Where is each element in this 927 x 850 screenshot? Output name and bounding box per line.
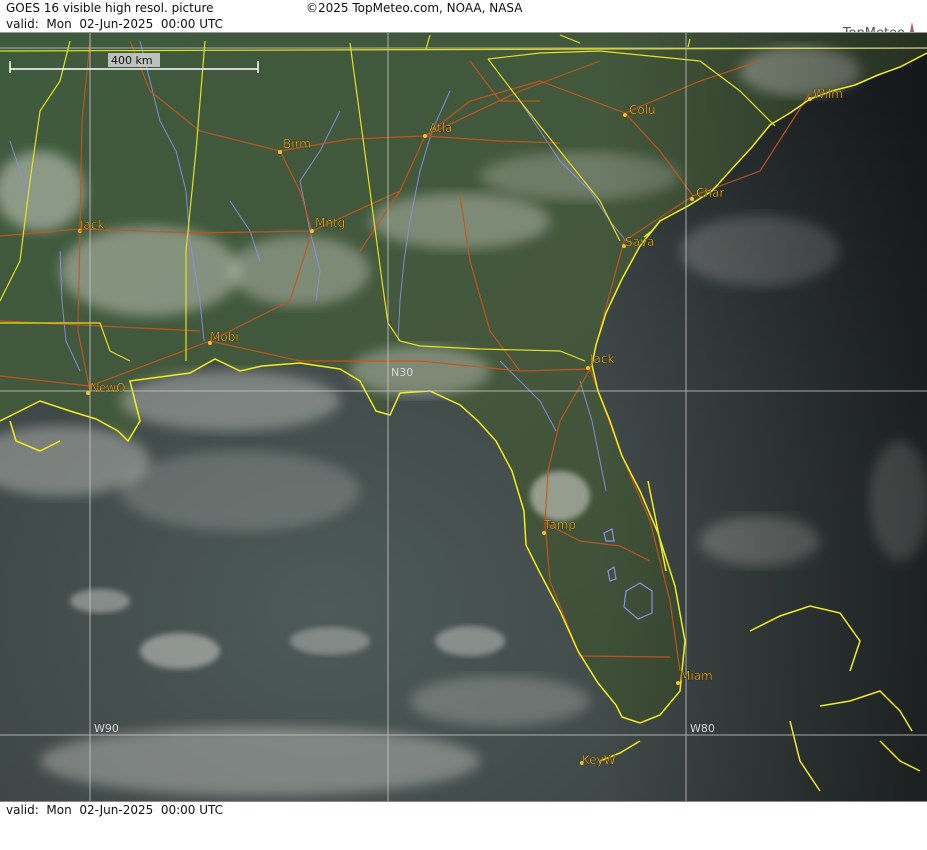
city-label-jack-fl: Jack — [589, 352, 614, 366]
header-bar: GOES 16 visible high resol. picture ©202… — [0, 0, 927, 16]
city-char[interactable]: Char — [690, 186, 724, 201]
city-label-wilm: Wilm — [813, 87, 843, 101]
city-label-miam: Miam — [680, 669, 713, 683]
valid-time: valid: Mon 02-Jun-2025 00:00 UTC — [6, 17, 224, 31]
city-label-mntg: Mntg — [315, 216, 345, 230]
satellite-map[interactable]: N30 W90 W80 400 km Wilm Colu Atla Birm C… — [0, 32, 927, 802]
valid-time-bar: valid: Mon 02-Jun-2025 00:00 UTC TopMete… — [0, 16, 927, 46]
city-label-mobi: Mobi — [210, 330, 239, 344]
scale-label: 400 km — [111, 54, 153, 67]
city-label-newo: NewO — [90, 381, 126, 395]
city-label-sava: Sava — [625, 235, 654, 249]
grid-label-n30: N30 — [391, 366, 413, 379]
satellite-viewer: GOES 16 visible high resol. picture ©202… — [0, 0, 927, 818]
city-label-jack-ms: Jack — [79, 218, 104, 232]
footer-bar: valid: Mon 02-Jun-2025 00:00 UTC — [0, 801, 927, 818]
city-label-keyw: KeyW — [582, 753, 616, 767]
product-title: GOES 16 visible high resol. picture — [6, 1, 214, 15]
city-sava[interactable]: Sava — [622, 235, 655, 249]
city-mobi[interactable]: Mobi — [208, 330, 239, 345]
city-label-char: Char — [696, 186, 724, 200]
city-keyw[interactable]: KeyW — [580, 753, 616, 767]
footer-valid-time: valid: Mon 02-Jun-2025 00:00 UTC — [6, 803, 224, 817]
city-label-colu: Colu — [629, 103, 656, 117]
city-jack-ms[interactable]: Jack — [78, 218, 105, 233]
city-wilm[interactable]: Wilm — [808, 87, 843, 101]
city-label-tamp: Tamp — [543, 518, 576, 532]
city-miam[interactable]: Miam — [676, 669, 713, 685]
city-label-birm: Birm — [283, 137, 311, 151]
grid-label-w80: W80 — [690, 722, 715, 735]
city-newo[interactable]: NewO — [86, 381, 126, 395]
city-label-atla: Atla — [429, 121, 452, 135]
copyright-text: ©2025 TopMeteo.com, NOAA, NASA — [306, 1, 523, 15]
grid-label-w90: W90 — [94, 722, 119, 735]
